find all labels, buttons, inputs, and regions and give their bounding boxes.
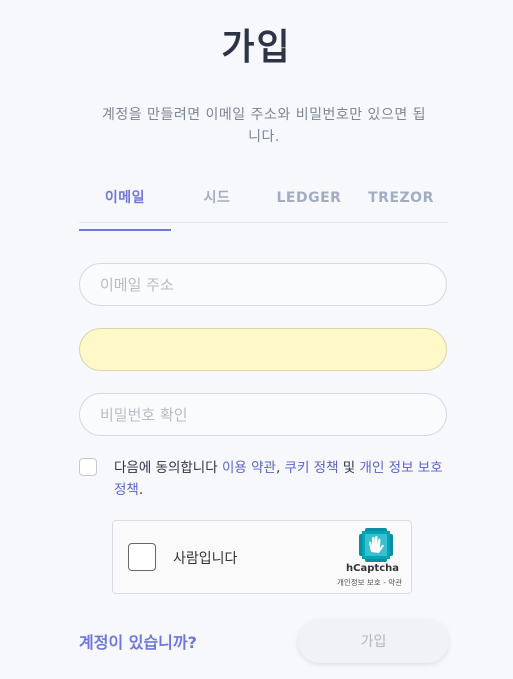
cookie-policy-link[interactable]: 쿠키 정책 <box>285 460 339 476</box>
tab-ledger[interactable]: LEDGER <box>263 182 355 222</box>
agreement-text: 다음에 동의합니다 이용 약관, 쿠키 정책 및 개인 정보 보호 정책. <box>114 457 448 501</box>
login-link[interactable]: 계정이 있습니까? <box>79 629 197 653</box>
auth-method-tabs: 이메일 시드 LEDGER TREZOR <box>79 182 448 231</box>
confirm-password-input[interactable] <box>79 393 447 436</box>
page-title: 가입 <box>221 27 292 68</box>
captcha-label: 사람입니다 <box>173 551 238 567</box>
terms-link[interactable]: 이용 약관 <box>222 460 276 476</box>
page-subtitle: 계정을 만들려면 이메일 주소와 비밀번호만 있으면 됩니다. <box>101 107 427 145</box>
tab-seed[interactable]: 시드 <box>171 182 263 222</box>
captcha-privacy-terms[interactable]: 개인정보 보호 - 약관 <box>337 577 402 588</box>
email-input[interactable] <box>79 263 447 306</box>
agree-checkbox[interactable] <box>79 458 97 476</box>
agreement-and: 및 <box>338 460 360 476</box>
agreement-separator: , <box>275 460 285 476</box>
hcaptcha-logo-icon <box>359 528 393 562</box>
signup-button[interactable]: 가입 <box>298 619 449 663</box>
tab-trezor[interactable]: TREZOR <box>355 182 447 222</box>
captcha-checkbox[interactable] <box>128 543 156 571</box>
captcha-brand: hCaptcha <box>346 563 399 574</box>
password-input[interactable] <box>79 328 447 371</box>
agreement-suffix: . <box>138 482 144 498</box>
captcha-widget: 사람입니다 hCaptcha 개인정보 보호 - 약관 <box>112 520 412 594</box>
agreement-prefix: 다음에 동의합니다 <box>114 460 222 476</box>
tab-email[interactable]: 이메일 <box>79 182 171 231</box>
